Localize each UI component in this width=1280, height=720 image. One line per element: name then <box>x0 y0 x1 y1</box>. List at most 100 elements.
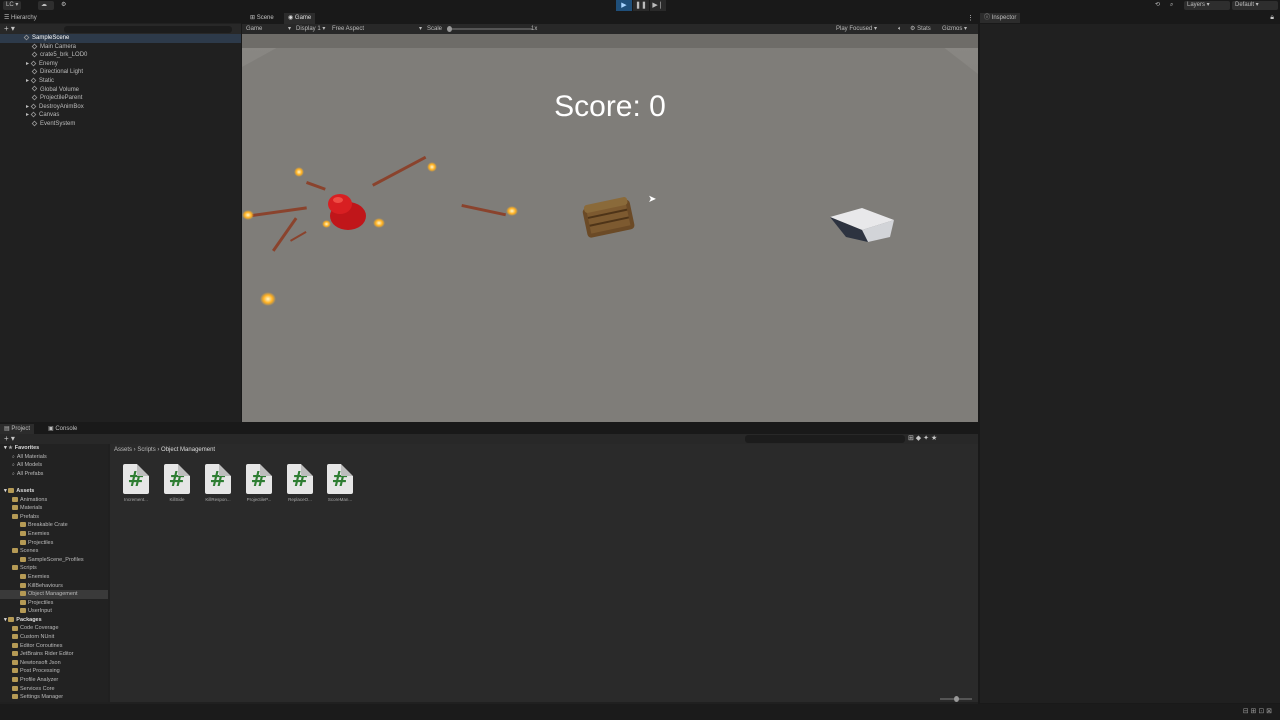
hierarchy-search-input[interactable] <box>64 26 232 33</box>
game-viewport[interactable]: Score: 0 ➤ <box>242 34 978 422</box>
more-menu-icon[interactable]: ⋮ <box>967 14 974 22</box>
account-button[interactable]: LC ▾ <box>3 1 22 10</box>
tree-item[interactable]: Settings Manager <box>0 693 108 702</box>
score-label: Score: 0 <box>554 90 666 123</box>
hierarchy-item[interactable]: Global Volume <box>0 86 241 95</box>
hierarchy-item[interactable]: Directional Light <box>0 68 241 77</box>
collab-icon[interactable]: ⚙ <box>58 1 70 10</box>
layers-dropdown[interactable]: Layers ▾ <box>1184 1 1230 10</box>
tree-item[interactable]: Materials <box>0 504 108 513</box>
folder-icon <box>12 625 18 631</box>
script-asset[interactable]: # ScoreMan... <box>323 464 357 502</box>
tab-scene-label: Scene <box>256 15 274 21</box>
filter-icon[interactable]: ⊞ ◆ ✦ ★ <box>908 434 937 444</box>
breadcrumb-item[interactable]: Scripts <box>137 447 155 453</box>
script-asset[interactable]: # ProjectileP... <box>242 464 276 502</box>
add-icon[interactable]: + ▾ <box>4 24 15 34</box>
hierarchy-item[interactable]: ▸ Enemy <box>0 60 241 69</box>
tree-item-label: All Prefabs <box>16 470 44 477</box>
tree-item[interactable]: Scripts <box>0 564 108 573</box>
scale-slider-handle[interactable] <box>447 26 452 32</box>
play-button[interactable]: ▶ <box>616 0 632 11</box>
game-mode-dropdown[interactable]: Game ▾ <box>246 24 291 34</box>
scale-slider[interactable] <box>447 26 532 32</box>
cloud-icon[interactable]: ☁ <box>38 1 54 10</box>
icon-size-slider-handle[interactable] <box>954 696 959 702</box>
tree-item[interactable]: ▾ Assets <box>0 487 108 496</box>
tree-item[interactable]: ▾ ★ Favorites <box>0 444 108 453</box>
tree-item[interactable]: JetBrains Rider Editor <box>0 650 108 659</box>
tree-item[interactable]: Animations <box>0 496 108 505</box>
tree-item[interactable]: SampleScene_Profiles <box>0 556 108 565</box>
script-asset[interactable]: # ReplaceO... <box>283 464 317 502</box>
tree-item[interactable]: ⌕ All Materials <box>0 453 108 462</box>
tree-item-label: Newtonsoft Json <box>20 659 61 666</box>
tree-item[interactable]: ⌕ All Models <box>0 461 108 470</box>
tab-project[interactable]: ▤ Project <box>0 424 35 434</box>
tree-item[interactable]: Editor Coroutines <box>0 642 108 651</box>
tree-item[interactable]: Code Coverage <box>0 624 108 633</box>
breadcrumb-item[interactable]: Object Management <box>161 447 215 453</box>
hierarchy-item-label: Static <box>39 77 55 84</box>
display-dropdown[interactable]: Display 1 ▾ <box>296 24 325 34</box>
tree-item[interactable]: ▾ Packages <box>0 616 108 625</box>
tree-item[interactable]: Scenes <box>0 547 108 556</box>
breadcrumb-item[interactable]: Assets <box>114 447 132 453</box>
search-icon[interactable]: ⌕ <box>1167 1 1180 10</box>
layout-dropdown[interactable]: Default ▾ <box>1232 1 1278 10</box>
folder-icon <box>12 642 18 648</box>
tree-item[interactable]: ⌕ All Prefabs <box>0 470 108 479</box>
tab-console[interactable]: ▣ Console <box>44 424 81 434</box>
lock-icon[interactable]: 🔒︎ <box>1270 14 1274 22</box>
tree-item[interactable]: Projectiles <box>0 599 108 608</box>
aspect-dropdown[interactable]: Free Aspect ▾ <box>332 24 422 34</box>
spark-effect <box>294 167 304 177</box>
tree-item[interactable]: Prefabs <box>0 513 108 522</box>
folder-icon <box>12 659 18 665</box>
gizmos-dropdown[interactable]: Gizmos ▾ <box>942 24 967 34</box>
tree-item[interactable]: KillBehaviours <box>0 582 108 591</box>
spark-effect <box>373 218 385 228</box>
tree-item[interactable]: Breakable Crate <box>0 521 108 530</box>
mute-audio-icon[interactable]: 🔈︎ <box>898 24 902 34</box>
csharp-script-icon: # <box>164 464 190 494</box>
history-icon[interactable]: ⟲ <box>1152 1 1165 10</box>
tree-item[interactable]: UserInput <box>0 607 108 616</box>
project-search-input[interactable] <box>745 435 905 443</box>
tab-inspector[interactable]: ⓘ Inspector <box>980 13 1021 23</box>
add-icon[interactable]: + ▾ <box>4 434 15 444</box>
tree-item[interactable]: Enemies <box>0 530 108 539</box>
tree-item[interactable]: Newtonsoft Json <box>0 659 108 668</box>
tree-item-label: Animations <box>20 496 48 503</box>
icon-size-slider[interactable] <box>940 696 972 702</box>
tree-item[interactable]: Enemies <box>0 573 108 582</box>
tree-item[interactable]: Custom NUnit <box>0 633 108 642</box>
pause-button[interactable]: ❚❚ <box>633 0 649 11</box>
gameobject-icon <box>31 51 38 58</box>
script-asset[interactable]: # Increment... <box>119 464 153 502</box>
tab-scene[interactable]: ⊞ Scene <box>246 13 278 24</box>
tab-hierarchy[interactable]: ☰ Hierarchy <box>0 13 41 23</box>
tree-item[interactable]: Profile Analyzer <box>0 676 108 685</box>
script-asset[interactable]: # KillRespon... <box>201 464 235 502</box>
hierarchy-item[interactable]: EventSystem <box>0 120 241 129</box>
play-focused-dropdown[interactable]: Play Focused ▾ <box>836 24 877 34</box>
hierarchy-item[interactable]: ProjectileParent <box>0 94 241 103</box>
tree-item[interactable]: Services Core <box>0 685 108 694</box>
step-button[interactable]: ▶❘ <box>650 0 666 11</box>
folder-icon <box>20 591 26 597</box>
tab-game[interactable]: ◉ Game <box>284 13 316 24</box>
tab-project-label: Project <box>11 426 31 432</box>
hierarchy-item[interactable]: Main Camera <box>0 43 241 52</box>
hierarchy-item[interactable]: ▸ Static <box>0 77 241 86</box>
hierarchy-item[interactable]: crate5_brk_LOD0 <box>0 51 241 60</box>
script-asset[interactable]: # KillSide <box>160 464 194 502</box>
tree-item[interactable]: Post Processing <box>0 667 108 676</box>
tree-item[interactable]: Projectiles <box>0 539 108 548</box>
tree-item[interactable]: Object Management <box>0 590 108 599</box>
stats-button[interactable]: ⚙ Stats <box>910 24 931 34</box>
hierarchy-item[interactable]: ▸ DestroyAnimBox <box>0 103 241 112</box>
hierarchy-item[interactable]: ▸ Canvas <box>0 111 241 120</box>
hierarchy-scene-row[interactable]: SampleScene <box>0 34 241 43</box>
status-icons[interactable]: ⊟ ⊞ ⊡ ⊠ <box>1243 707 1272 715</box>
